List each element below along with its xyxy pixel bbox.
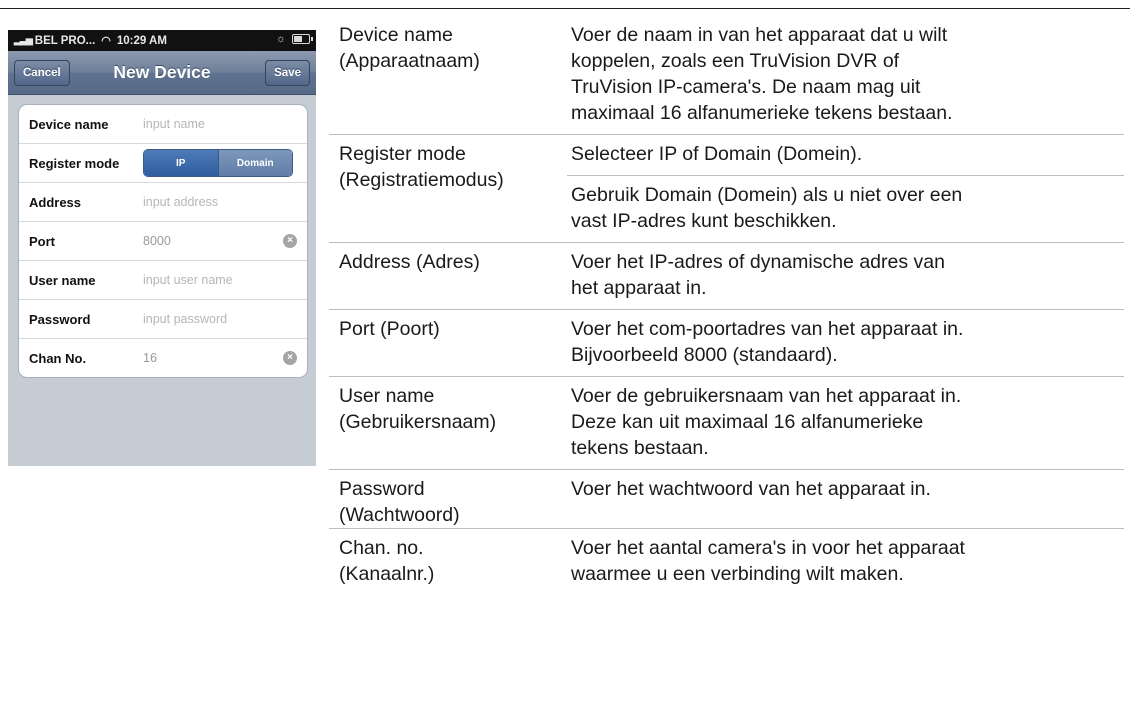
description-line: Gebruik Domain (Domein) als u niet over … [571, 184, 963, 206]
description-line: Bijvoorbeeld 8000 (standaard). [571, 344, 838, 366]
wifi-icon: ◠ [101, 35, 111, 47]
row-label: Register mode (Registratiemodus) [329, 135, 567, 242]
row-label: User name (Gebruikersnaam) [329, 377, 567, 469]
row-label-line: Password [339, 478, 425, 500]
status-time: 10:29 AM [116, 34, 167, 47]
description-line: koppelen, zoals een TruVision DVR of [571, 50, 900, 72]
password-input[interactable]: input password [143, 312, 227, 326]
description-paragraph: Voer het IP-adres of dynamische adres va… [567, 243, 1124, 309]
table-row: Password (Wachtwoord) Voer het wachtwoord … [329, 470, 1124, 529]
device-name-input[interactable]: input name [143, 117, 205, 131]
register-mode-domain-option[interactable]: Domain [217, 150, 292, 176]
nav-bar: Cancel New Device Save [8, 51, 316, 95]
row-description: Voer het IP-adres of dynamische adres va… [567, 243, 1124, 309]
description-table: Device name (Apparaatnaam) Voer de naam in… [329, 16, 1124, 595]
description-line: waarmee u een verbinding wilt maken. [571, 563, 904, 585]
clear-icon[interactable]: × [283, 234, 297, 248]
chan-no-input[interactable]: 16 [143, 351, 157, 365]
phone-screenshot: ▂▃▅ BEL PRO... ◠ 10:29 AM ☼ Cancel New D… [8, 30, 316, 466]
description-line: Deze kan uit maximaal 16 alfanumerieke [571, 411, 924, 433]
description-line: Voer het wachtwoord van het apparaat in. [571, 478, 931, 500]
clear-icon[interactable]: × [283, 351, 297, 365]
password-row[interactable]: Password input password [19, 300, 307, 339]
row-label: Chan. no. (Kanaalnr.) [329, 529, 567, 595]
port-row[interactable]: Port 8000 × [19, 222, 307, 261]
description-paragraph: Selecteer IP of Domain (Domein). [567, 135, 1124, 175]
row-label: Password (Wachtwoord) [329, 470, 567, 528]
user-name-row[interactable]: User name input user name [19, 261, 307, 300]
description-line: TruVision IP-camera's. De naam mag uit [571, 76, 921, 98]
address-row[interactable]: Address input address [19, 183, 307, 222]
row-label-line: (Gebruikersnaam) [339, 411, 497, 433]
row-label-line: (Registratiemodus) [339, 169, 504, 191]
row-description: Selecteer IP of Domain (Domein). Gebruik … [567, 135, 1124, 242]
register-mode-label: Register mode [29, 155, 120, 171]
register-mode-ip-option[interactable]: IP [144, 150, 218, 176]
row-label-line: (Apparaatnaam) [339, 50, 480, 72]
chan-no-label: Chan No. [29, 350, 87, 366]
nav-title: New Device [113, 62, 211, 82]
user-name-input[interactable]: input user name [143, 273, 233, 287]
row-label: Port (Poort) [329, 310, 567, 376]
brightness-icon: ☼ [275, 33, 286, 45]
row-label-line: User name [339, 385, 435, 407]
table-row: Address (Adres) Voer het IP-adres of dyna… [329, 243, 1124, 310]
row-description: Voer het aantal camera's in voor het app… [567, 529, 1124, 595]
device-name-row[interactable]: Device name input name [19, 105, 307, 144]
description-line: vast IP-adres kunt beschikken. [571, 210, 837, 232]
description-line: maximaal 16 alfanumerieke tekens bestaan… [571, 102, 953, 124]
description-line: Selecteer IP of Domain (Domein). [571, 143, 863, 165]
row-label: Device name (Apparaatnaam) [329, 16, 567, 134]
device-form: Device name input name Register mode IP … [18, 104, 308, 378]
description-paragraph: Gebruik Domain (Domein) als u niet over … [567, 175, 1124, 242]
signal-bars-icon: ▂▃▅ [14, 35, 33, 45]
row-label-line: Device name [339, 24, 453, 46]
port-input[interactable]: 8000 [143, 234, 171, 248]
cancel-button[interactable]: Cancel [14, 60, 70, 86]
table-row: User name (Gebruikersnaam) Voer de gebruik… [329, 377, 1124, 470]
address-input[interactable]: input address [143, 195, 218, 209]
row-label-line: Port (Poort) [339, 318, 440, 340]
chan-no-row[interactable]: Chan No. 16 × [19, 339, 307, 377]
password-label: Password [29, 311, 91, 327]
description-line: Voer het aantal camera's in voor het app… [571, 537, 965, 559]
status-bar: ▂▃▅ BEL PRO... ◠ 10:29 AM ☼ [8, 30, 316, 51]
description-line: Voer het com-poortadres van het apparaat… [571, 318, 964, 340]
row-label-line: Chan. no. [339, 537, 424, 559]
table-row: Device name (Apparaatnaam) Voer de naam in… [329, 16, 1124, 135]
address-label: Address [29, 194, 82, 210]
description-line: tekens bestaan. [571, 437, 709, 459]
description-line: het apparaat in. [571, 277, 707, 299]
description-paragraph: Voer het com-poortadres van het apparaat… [567, 310, 1124, 376]
description-paragraph: Voer het wachtwoord van het apparaat in. [567, 470, 1124, 510]
register-mode-row: Register mode IP Domain [19, 144, 307, 183]
top-rule [0, 8, 1130, 9]
row-description: Voer de naam in van het apparaat dat u w… [567, 16, 1124, 134]
carrier-name: BEL PRO... [34, 34, 96, 47]
save-button[interactable]: Save [265, 60, 310, 86]
row-label-line: (Kanaalnr.) [339, 563, 435, 585]
description-line: Voer de naam in van het apparaat dat u w… [571, 24, 948, 46]
row-label-line: Register mode [339, 143, 466, 165]
row-label-line: (Wachtwoord) [339, 504, 460, 526]
table-row: Register mode (Registratiemodus) Selecteer… [329, 135, 1124, 243]
description-paragraph: Voer de gebruikersnaam van het apparaat … [567, 377, 1124, 469]
row-description: Voer de gebruikersnaam van het apparaat … [567, 377, 1124, 469]
row-label-line: Address (Adres) [339, 251, 480, 273]
battery-icon [292, 34, 313, 44]
description-paragraph: Voer de naam in van het apparaat dat u w… [567, 16, 1124, 134]
table-row: Chan. no. (Kanaalnr.) Voer het aantal came… [329, 529, 1124, 595]
table-row: Port (Poort) Voer het com-poortadres van … [329, 310, 1124, 377]
user-name-label: User name [29, 272, 96, 288]
port-label: Port [29, 233, 55, 249]
row-description: Voer het wachtwoord van het apparaat in. [567, 470, 1124, 528]
description-line: Voer het IP-adres of dynamische adres va… [571, 251, 945, 273]
description-line: Voer de gebruikersnaam van het apparaat … [571, 385, 962, 407]
register-mode-segmented-control[interactable]: IP Domain [143, 149, 293, 177]
row-label: Address (Adres) [329, 243, 567, 309]
description-paragraph: Voer het aantal camera's in voor het app… [567, 529, 1124, 595]
device-name-label: Device name [29, 116, 109, 132]
row-description: Voer het com-poortadres van het apparaat… [567, 310, 1124, 376]
